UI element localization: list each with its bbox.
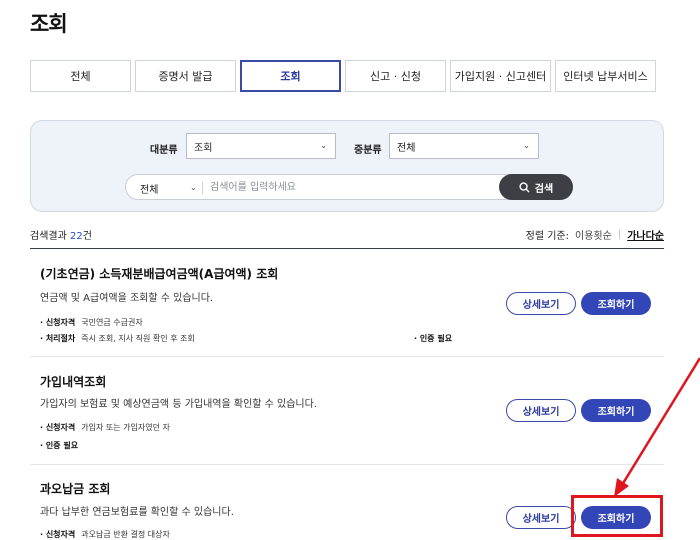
meta-label: · 인증 필요	[40, 441, 79, 450]
item-procedure: · 처리절차 즉시 조회, 지사 직원 확인 후 조회	[40, 333, 195, 344]
detail-button[interactable]: 상세보기	[506, 506, 576, 529]
detail-button[interactable]: 상세보기	[506, 399, 576, 422]
chevron-down-icon: ⌄	[190, 183, 197, 192]
sort-separator: |	[617, 229, 622, 240]
sort-options: 정렬 기준: 이용횟순 | 가나다순	[526, 227, 664, 242]
list-item: 가입내역조회 가입자의 보험료 및 예상연금액 등 가입내역을 확인할 수 있습…	[30, 358, 664, 465]
chevron-down-icon: ⌄	[523, 141, 530, 150]
sort-popular[interactable]: 이용횟순	[575, 227, 612, 242]
search-icon	[519, 181, 530, 193]
meta-label: · 인증 필요	[414, 334, 453, 343]
annotation-highlight-box	[571, 495, 663, 537]
meta-value: 즉시 조회, 지사 직원 확인 후 조회	[81, 334, 195, 343]
chevron-down-icon: ⌄	[320, 141, 327, 150]
tab-report-apply[interactable]: 신고 · 신청	[345, 60, 446, 92]
minor-category-select[interactable]: 전체 ⌄	[389, 133, 539, 159]
item-description: 과다 납부한 연금보험료를 확인할 수 있습니다.	[40, 507, 234, 518]
major-category-select[interactable]: 조회 ⌄	[186, 133, 336, 159]
list-item: (기초연금) 소득재분배급여금액(A급여액) 조회 연금액 및 A급여액을 조회…	[30, 249, 664, 357]
item-auth-required: · 인증 필요	[414, 333, 458, 344]
divider	[202, 182, 203, 194]
minor-category-label: 중분류	[354, 145, 382, 156]
result-count-number: 22	[70, 231, 83, 242]
major-category-value: 조회	[194, 142, 213, 154]
meta-label: · 신청자격	[40, 423, 76, 432]
tab-certificate[interactable]: 증명서 발급	[135, 60, 236, 92]
meta-value: 가입자 또는 가입자였던 자	[81, 423, 170, 432]
meta-label: · 신청자격	[40, 530, 76, 539]
detail-button[interactable]: 상세보기	[506, 292, 576, 315]
meta-label: · 처리절차	[40, 334, 76, 343]
search-button[interactable]: 검색	[499, 174, 573, 200]
result-count-suffix: 건	[82, 231, 92, 242]
minor-category-value: 전체	[397, 142, 416, 154]
tab-support-center[interactable]: 가입지원 · 신고센터	[450, 60, 551, 92]
search-input[interactable]	[210, 179, 490, 196]
tab-internet-payment[interactable]: 인터넷 납부서비스	[555, 60, 656, 92]
search-panel: 대분류 조회 ⌄ 중분류 전체 ⌄ 전체 ⌄ 검색	[30, 120, 664, 212]
result-count-prefix: 검색결과	[30, 231, 67, 242]
meta-value: 과오납금 반환 결정 대상자	[81, 530, 170, 539]
search-button-label: 검색	[534, 183, 554, 195]
sort-alphabetical[interactable]: 가나다순	[627, 227, 664, 242]
item-eligibility: · 신청자격 과오납금 반환 결정 대상자	[40, 529, 170, 540]
item-title[interactable]: 가입내역조회	[40, 373, 106, 390]
result-count: 검색결과 22건	[30, 227, 92, 242]
item-title[interactable]: (기초연금) 소득재분배급여금액(A급여액) 조회	[40, 265, 278, 282]
item-eligibility: · 신청자격 국민연금 수급권자	[40, 317, 143, 328]
tab-inquiry[interactable]: 조회	[240, 60, 341, 92]
page-title: 조회	[30, 12, 68, 36]
sort-label: 정렬 기준:	[525, 231, 569, 242]
item-eligibility: · 신청자격 가입자 또는 가입자였던 자	[40, 422, 170, 433]
tab-all[interactable]: 전체	[30, 60, 131, 92]
item-title[interactable]: 과오납금 조회	[40, 480, 110, 497]
item-description: 가입자의 보험료 및 예상연금액 등 가입내역을 확인할 수 있습니다.	[40, 399, 318, 410]
view-button[interactable]: 조회하기	[581, 292, 651, 315]
view-button[interactable]: 조회하기	[581, 399, 651, 422]
meta-label: · 신청자격	[40, 318, 76, 327]
major-category-label: 대분류	[150, 145, 178, 156]
item-description: 연금액 및 A급여액을 조회할 수 있습니다.	[40, 293, 214, 304]
search-scope-select[interactable]: 전체	[140, 181, 158, 196]
category-tabs: 전체 증명서 발급 조회 신고 · 신청 가입지원 · 신고센터 인터넷 납부서…	[30, 60, 656, 92]
item-auth-required: · 인증 필요	[40, 440, 84, 451]
list-item: 과오납금 조회 과다 납부한 연금보험료를 확인할 수 있습니다. · 신청자격…	[30, 466, 664, 540]
search-bar: 전체 ⌄ 검색	[125, 174, 573, 200]
meta-value: 국민연금 수급권자	[81, 318, 143, 327]
